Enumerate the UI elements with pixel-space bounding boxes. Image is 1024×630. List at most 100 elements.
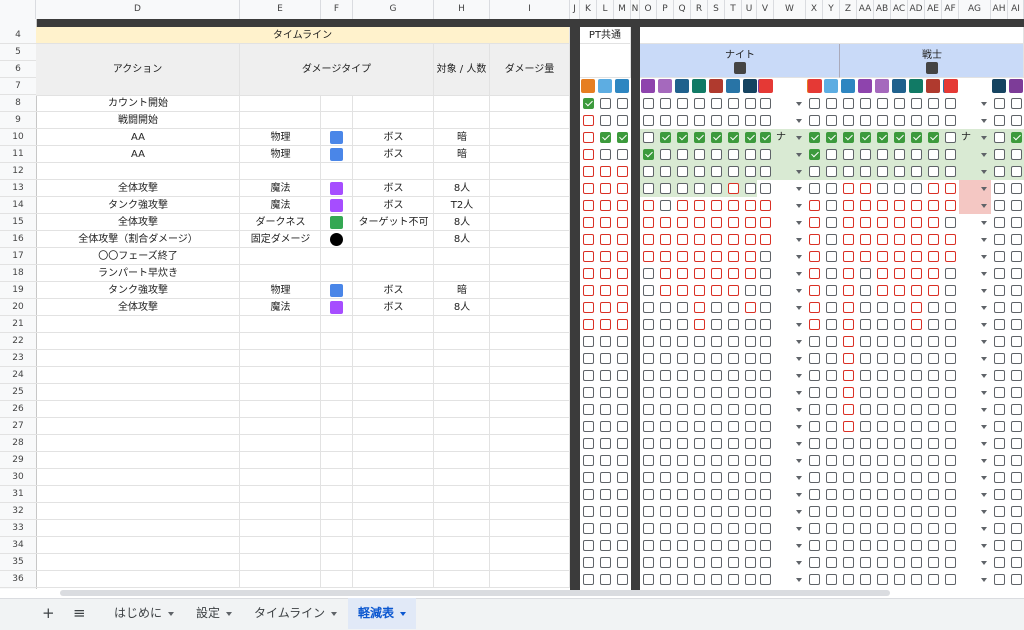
mitigation-checkbox[interactable] — [760, 251, 771, 262]
mitigation-checkbox[interactable] — [928, 319, 939, 330]
mitigation-checkbox[interactable] — [694, 149, 705, 160]
count-cell[interactable] — [434, 95, 490, 112]
mitigation-checkbox[interactable] — [843, 268, 854, 279]
mitigation-checkbox[interactable] — [994, 319, 1005, 330]
dropdown-caret-icon[interactable] — [796, 374, 802, 378]
mitigation-checkbox[interactable] — [994, 472, 1005, 483]
mitigation-checkbox[interactable] — [643, 166, 654, 177]
mitigation-checkbox[interactable] — [745, 574, 756, 585]
mitigation-checkbox[interactable] — [877, 353, 888, 364]
mitigation-checkbox[interactable] — [1011, 421, 1022, 432]
mitigation-checkbox[interactable] — [760, 421, 771, 432]
column-letter[interactable]: AG — [959, 0, 991, 19]
mitigation-checkbox[interactable] — [928, 472, 939, 483]
mitigation-checkbox[interactable] — [894, 438, 905, 449]
mitigation-checkbox[interactable] — [894, 472, 905, 483]
row-number[interactable]: 35 — [0, 554, 36, 571]
mitigation-checkbox[interactable] — [826, 132, 837, 143]
dropdown-caret-icon[interactable] — [796, 442, 802, 446]
mitigation-checkbox[interactable] — [894, 251, 905, 262]
mitigation-checkbox[interactable] — [911, 319, 922, 330]
grid-cell[interactable] — [434, 486, 490, 503]
mitigation-checkbox[interactable] — [600, 472, 611, 483]
mitigation-checkbox[interactable] — [809, 166, 820, 177]
mitigation-checkbox[interactable] — [911, 421, 922, 432]
mitigation-checkbox[interactable] — [826, 438, 837, 449]
mitigation-checkbox[interactable] — [928, 251, 939, 262]
mitigation-checkbox[interactable] — [809, 404, 820, 415]
mitigation-checkbox[interactable] — [994, 268, 1005, 279]
add-skill-icon[interactable] — [808, 79, 822, 93]
mitigation-checkbox[interactable] — [945, 251, 956, 262]
mitigation-checkbox[interactable] — [760, 472, 771, 483]
mitigation-checkbox[interactable] — [945, 234, 956, 245]
action-cell[interactable]: 全体攻撃 — [36, 299, 240, 316]
mitigation-checkbox[interactable] — [826, 387, 837, 398]
mitigation-checkbox[interactable] — [583, 132, 594, 143]
mitigation-checkbox[interactable] — [694, 540, 705, 551]
grid-cell[interactable] — [490, 452, 570, 469]
grid-cell[interactable] — [240, 350, 321, 367]
mitigation-checkbox[interactable] — [694, 421, 705, 432]
mitigation-checkbox[interactable] — [826, 166, 837, 177]
mitigation-checkbox[interactable] — [928, 506, 939, 517]
mitigation-checkbox[interactable] — [643, 523, 654, 534]
mitigation-checkbox[interactable] — [894, 302, 905, 313]
column-letter[interactable]: I — [490, 0, 570, 19]
grid-cell[interactable] — [490, 163, 570, 180]
dropdown-caret-icon[interactable] — [796, 357, 802, 361]
mitigation-checkbox[interactable] — [994, 98, 1005, 109]
mitigation-checkbox[interactable] — [745, 353, 756, 364]
mitigation-checkbox[interactable] — [600, 557, 611, 568]
mitigation-checkbox[interactable] — [711, 251, 722, 262]
grid-cell[interactable] — [36, 435, 240, 452]
mitigation-checkbox[interactable] — [928, 421, 939, 432]
row-number[interactable]: 29 — [0, 452, 36, 469]
grid-cell[interactable] — [434, 333, 490, 350]
column-letter[interactable]: J — [570, 0, 580, 19]
grid-cell[interactable] — [321, 384, 353, 401]
mitigation-checkbox[interactable] — [877, 200, 888, 211]
grid-cell[interactable] — [490, 129, 570, 146]
mitigation-checkbox[interactable] — [928, 149, 939, 160]
mitigation-checkbox[interactable] — [928, 438, 939, 449]
mitigation-checkbox[interactable] — [928, 336, 939, 347]
grid-cell[interactable] — [36, 537, 240, 554]
mitigation-checkbox[interactable] — [994, 302, 1005, 313]
damage-type-cell[interactable]: ダークネス — [240, 214, 321, 231]
grid-cell[interactable] — [240, 367, 321, 384]
mitigation-checkbox[interactable] — [600, 387, 611, 398]
mitigation-checkbox[interactable] — [760, 285, 771, 296]
mitigation-checkbox[interactable] — [911, 217, 922, 228]
grid-cell[interactable] — [240, 384, 321, 401]
column-letter[interactable]: O — [640, 0, 657, 19]
mitigation-checkbox[interactable] — [643, 336, 654, 347]
mitigation-checkbox[interactable] — [728, 166, 739, 177]
mitigation-checkbox[interactable] — [728, 234, 739, 245]
dropdown-caret-icon[interactable] — [981, 170, 987, 174]
row-number[interactable]: 23 — [0, 350, 36, 367]
row-number[interactable]: 7 — [0, 78, 36, 95]
grid-cell[interactable] — [490, 112, 570, 129]
mitigation-checkbox[interactable] — [994, 574, 1005, 585]
mitigation-checkbox[interactable] — [617, 574, 628, 585]
mitigation-checkbox[interactable] — [728, 319, 739, 330]
mitigation-checkbox[interactable] — [911, 98, 922, 109]
mitigation-checkbox[interactable] — [877, 166, 888, 177]
mitigation-checkbox[interactable] — [694, 183, 705, 194]
target-cell[interactable]: ボス — [353, 197, 434, 214]
mitigation-checkbox[interactable] — [583, 285, 594, 296]
mitigation-checkbox[interactable] — [694, 268, 705, 279]
grid-cell[interactable] — [36, 316, 240, 333]
add-skill-icon[interactable] — [944, 79, 958, 93]
dropdown-caret-icon[interactable] — [796, 561, 802, 565]
mitigation-checkbox[interactable] — [809, 251, 820, 262]
target-cell[interactable] — [353, 248, 434, 265]
mitigation-checkbox[interactable] — [860, 540, 871, 551]
mitigation-checkbox[interactable] — [711, 234, 722, 245]
mitigation-checkbox[interactable] — [694, 489, 705, 500]
mitigation-checkbox[interactable] — [600, 540, 611, 551]
mitigation-checkbox[interactable] — [894, 98, 905, 109]
grid-cell[interactable] — [490, 231, 570, 248]
mitigation-checkbox[interactable] — [583, 387, 594, 398]
